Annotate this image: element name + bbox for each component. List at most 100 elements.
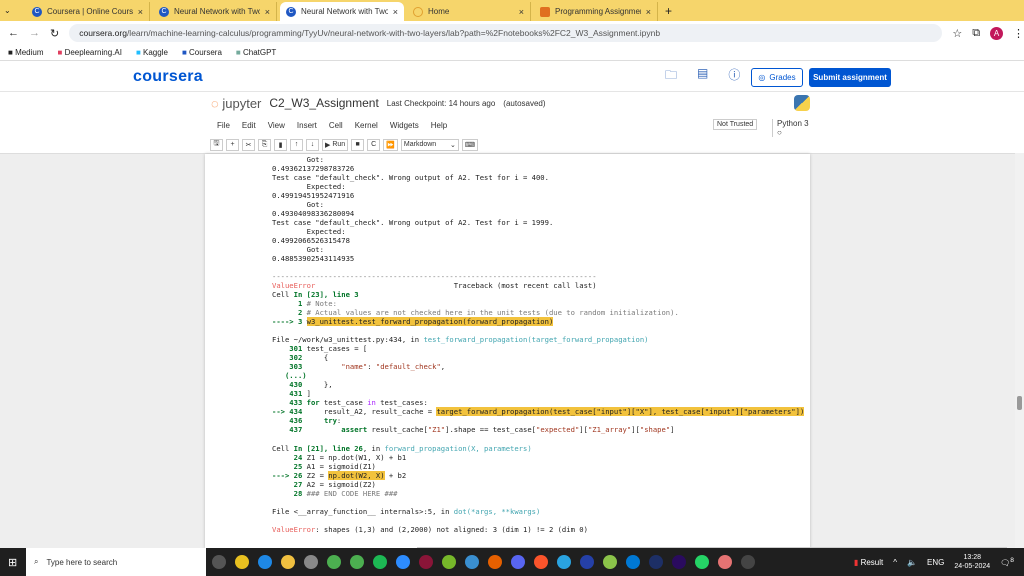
chrome-2-icon[interactable] [350, 555, 364, 569]
menu-kernel[interactable]: Kernel [349, 121, 384, 130]
browser-tab[interactable]: CNeural Network with Two Layer× [280, 2, 404, 21]
notepad-icon[interactable] [603, 555, 617, 569]
output-text: --> 434 [272, 407, 307, 416]
tab-title: Coursera | Online Courses From [47, 7, 133, 16]
language-indicator[interactable]: ENG [927, 558, 944, 567]
menu-widgets[interactable]: Widgets [384, 121, 425, 130]
utorrent-icon[interactable] [442, 555, 456, 569]
bookmark-item[interactable]: ■ Medium [8, 48, 44, 57]
terminal-icon[interactable] [741, 555, 755, 569]
reload-icon[interactable]: ↻ [50, 27, 59, 40]
help-icon[interactable]: ⓘ [728, 66, 740, 87]
result-news-widget[interactable]: ▮ Result [854, 558, 883, 567]
close-tab-icon[interactable]: × [393, 7, 398, 17]
copy-icon[interactable]: ⎘ [258, 139, 271, 151]
browser-tab[interactable]: Home× [407, 2, 531, 21]
command-palette-icon[interactable]: ⌨ [462, 139, 478, 151]
menu-edit[interactable]: Edit [236, 121, 262, 130]
windows-start-icon[interactable]: ⊞ [8, 556, 17, 569]
page-scrollbar[interactable] [1015, 153, 1024, 548]
fast-forward-icon[interactable]: ⏩ [383, 139, 398, 151]
bookmark-label: ChatGPT [243, 48, 276, 57]
save-icon[interactable]: 🖫 [210, 139, 223, 151]
menu-file[interactable]: File [211, 121, 236, 130]
submit-assignment-button[interactable]: Submit assignment [809, 68, 891, 87]
grades-button[interactable]: ◎Grades [751, 68, 803, 87]
photos-icon[interactable] [465, 555, 479, 569]
vscode-icon[interactable] [626, 555, 640, 569]
volume-icon[interactable]: 🔈 [907, 558, 917, 567]
premiere-icon[interactable] [672, 555, 686, 569]
vnc-icon[interactable] [580, 555, 594, 569]
close-tab-icon[interactable]: × [138, 7, 143, 17]
url-input[interactable]: coursera.org/learn/machine-learning-calc… [69, 24, 942, 42]
spotify-icon[interactable] [373, 555, 387, 569]
output-text: 0.48853902543114935 [272, 254, 354, 263]
back-icon[interactable]: ← [8, 27, 19, 39]
paste-icon[interactable]: ▮ [274, 139, 287, 151]
task-view-icon[interactable] [212, 555, 226, 569]
scrollbar-thumb[interactable] [1017, 396, 1022, 410]
browser-tab[interactable]: CCoursera | Online Courses From× [26, 2, 150, 21]
taskbar-search[interactable]: ⌕Type here to search [26, 548, 206, 576]
browser-tab[interactable]: CNeural Network with Two Layer× [153, 2, 277, 21]
move-down-icon[interactable]: ↓ [306, 139, 319, 151]
stop-icon[interactable]: ■ [351, 139, 364, 151]
menu-insert[interactable]: Insert [291, 121, 323, 130]
cut-icon[interactable]: ✂ [242, 139, 255, 151]
github-icon[interactable] [304, 555, 318, 569]
run-button[interactable]: ▶ Run [322, 139, 348, 151]
output-text: A2 = sigmoid(Z2) [307, 480, 376, 489]
notebook-name[interactable]: C2_W3_Assignment [269, 96, 378, 110]
restart-icon[interactable]: C [367, 139, 380, 151]
folder-icon[interactable]: 🗀 [665, 66, 677, 87]
firefox-icon[interactable] [488, 555, 502, 569]
notes-icon[interactable]: ▤ [697, 66, 708, 87]
chrome-active-icon[interactable] [718, 555, 732, 569]
file-explorer-icon[interactable] [281, 555, 295, 569]
menu-help[interactable]: Help [425, 121, 453, 130]
zoom-icon[interactable] [396, 555, 410, 569]
discord-icon[interactable] [511, 555, 525, 569]
norton-icon[interactable] [235, 555, 249, 569]
tray-chevron-icon[interactable]: ^ [893, 558, 897, 567]
bookmark-item[interactable]: ■ ChatGPT [236, 48, 276, 57]
trusted-badge[interactable]: Not Trusted [713, 119, 757, 130]
extensions-icon[interactable]: ⧉ [972, 27, 980, 40]
output-line [272, 434, 804, 443]
cell-type-select[interactable]: Markdown⌄ [401, 139, 459, 151]
menu-cell[interactable]: Cell [323, 121, 349, 130]
telegram-icon[interactable] [557, 555, 571, 569]
bookmark-star-icon[interactable]: ☆ [952, 27, 962, 40]
close-tab-icon[interactable]: × [646, 7, 651, 17]
close-tab-icon[interactable]: × [265, 7, 270, 17]
menu-view[interactable]: View [262, 121, 291, 130]
notifications-icon[interactable]: 🗨8 [1000, 557, 1014, 568]
whatsapp-icon[interactable] [695, 555, 709, 569]
bookmark-item[interactable]: ■ Coursera [182, 48, 222, 57]
edge-icon[interactable] [258, 555, 272, 569]
output-line: 436 try: [272, 416, 804, 425]
insert-cell-icon[interactable]: + [226, 139, 239, 151]
forward-icon[interactable]: → [29, 27, 40, 39]
output-line: Got: [272, 200, 804, 209]
chrome-1-icon[interactable] [327, 555, 341, 569]
brave-icon[interactable] [534, 555, 548, 569]
bookmark-item[interactable]: ■ Deeplearning.AI [58, 48, 122, 57]
coursera-logo[interactable]: coursera [133, 68, 203, 86]
vectorworks-icon[interactable] [419, 555, 433, 569]
tab-search-button[interactable]: ⌄ [4, 6, 20, 15]
new-tab-button[interactable]: + [665, 4, 672, 18]
close-tab-icon[interactable]: × [519, 7, 524, 17]
browser-menu-icon[interactable]: ⋮ [1013, 27, 1024, 40]
output-line: 28 ### END CODE HERE ### [272, 489, 804, 498]
move-up-icon[interactable]: ↑ [290, 139, 303, 151]
jupyter-logo[interactable]: ◌ jupyter [211, 96, 261, 111]
profile-avatar[interactable]: A [990, 27, 1003, 40]
bookmark-item[interactable]: ■ Kaggle [136, 48, 168, 57]
clock[interactable]: 13:2824-05-2024 [954, 553, 990, 571]
photoshop-icon[interactable] [649, 555, 663, 569]
output-text: "expected" [536, 425, 579, 434]
browser-tab[interactable]: Programming Assignment Neu× [534, 2, 658, 21]
output-text: dot [454, 507, 467, 516]
